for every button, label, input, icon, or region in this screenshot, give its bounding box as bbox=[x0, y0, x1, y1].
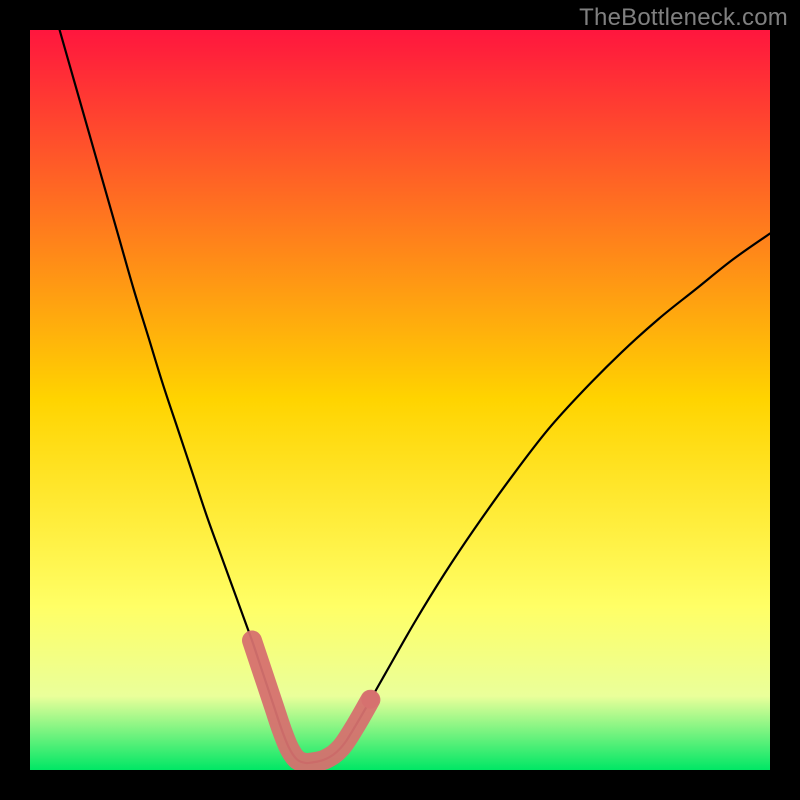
gradient-bg bbox=[30, 30, 770, 770]
chart-container: TheBottleneck.com bbox=[0, 0, 800, 800]
bottleneck-chart bbox=[30, 30, 770, 770]
marker-dot bbox=[361, 691, 379, 709]
watermark-text: TheBottleneck.com bbox=[579, 4, 788, 32]
